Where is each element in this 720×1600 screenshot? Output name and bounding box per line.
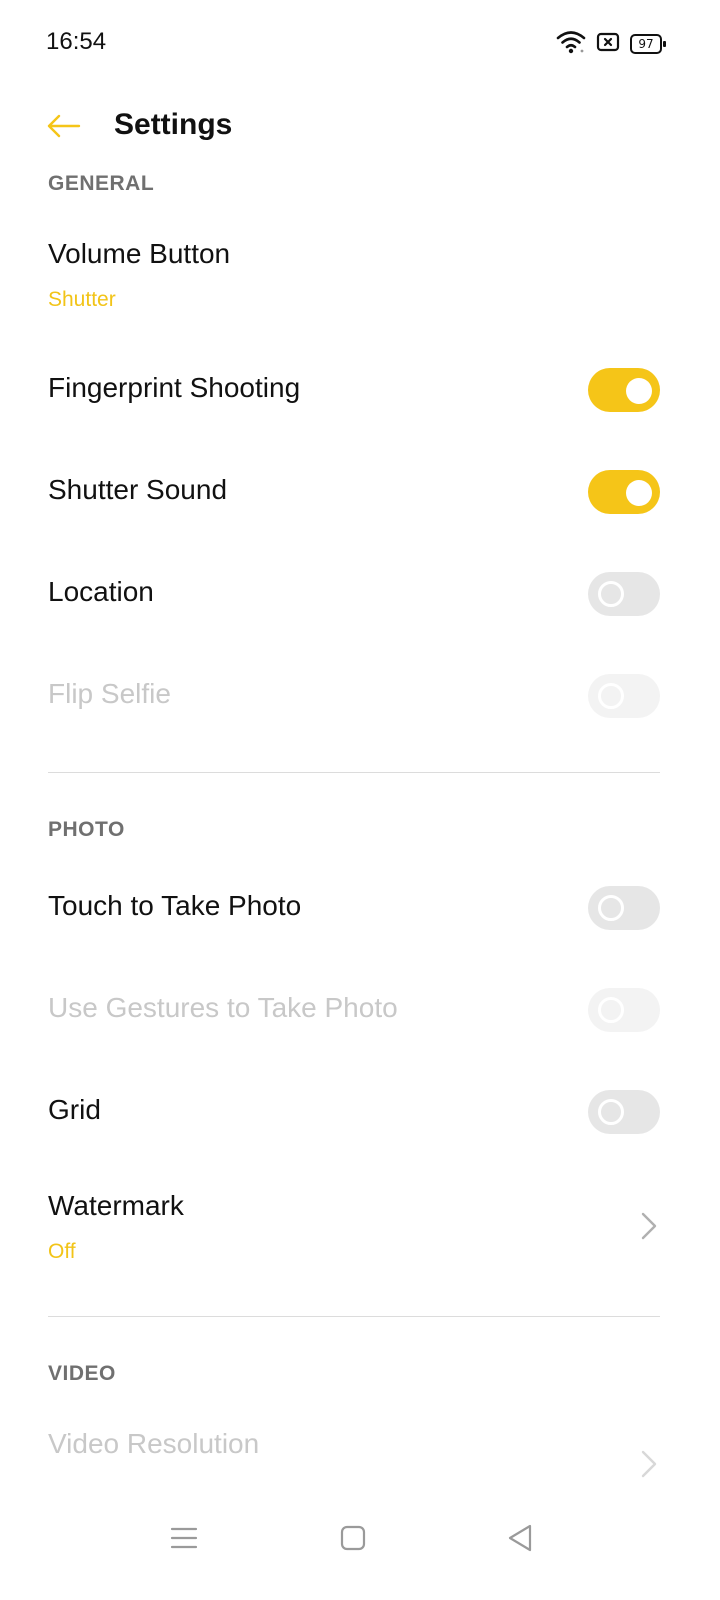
recents-button[interactable] — [160, 1516, 208, 1564]
setting-title: Touch to Take Photo — [48, 890, 302, 921]
setting-value: Off — [48, 1240, 76, 1263]
arrow-left-icon — [46, 114, 82, 143]
status-bar: 16:54 97 — [0, 0, 720, 88]
toggle-knob — [598, 1099, 624, 1125]
shutter-sound-toggle[interactable] — [588, 470, 660, 514]
camera-settings-screen: 16:54 97 Settings GENERAL Volume Button … — [0, 0, 720, 1600]
chevron-right-icon — [640, 1212, 658, 1240]
setting-title: Use Gestures to Take Photo — [48, 992, 398, 1023]
section-divider — [48, 772, 660, 773]
section-header-video: VIDEO — [48, 1362, 116, 1385]
location-toggle[interactable] — [588, 572, 660, 616]
section-header-photo: PHOTO — [48, 818, 125, 841]
menu-icon — [170, 1526, 198, 1555]
toggle-knob — [598, 997, 624, 1023]
touch-to-take-photo-toggle[interactable] — [588, 886, 660, 930]
home-button[interactable] — [329, 1516, 377, 1564]
setting-title: Volume Button — [48, 238, 231, 269]
setting-grid[interactable]: Grid — [48, 1072, 660, 1152]
setting-fingerprint-shooting[interactable]: Fingerprint Shooting — [48, 350, 660, 430]
setting-title: Flip Selfie — [48, 678, 171, 709]
toggle-knob — [598, 683, 624, 709]
setting-title: Fingerprint Shooting — [48, 372, 301, 403]
use-gestures-toggle — [588, 988, 660, 1032]
chevron-right-icon — [640, 1450, 658, 1478]
back-nav-button[interactable] — [496, 1516, 544, 1564]
home-square-icon — [340, 1525, 366, 1556]
toggle-knob — [626, 378, 652, 404]
page-title: Settings — [114, 108, 233, 141]
section-header-general: GENERAL — [48, 172, 155, 195]
setting-title: Location — [48, 576, 154, 607]
setting-volume-button[interactable]: Volume Button Shutter — [48, 220, 660, 330]
setting-title: Grid — [48, 1094, 101, 1125]
navigation-bar — [0, 1480, 720, 1600]
setting-watermark[interactable]: Watermark Off — [48, 1172, 660, 1282]
battery-icon: 97 — [630, 34, 666, 54]
app-header: Settings — [0, 96, 720, 160]
toggle-knob — [598, 581, 624, 607]
setting-touch-to-take-photo[interactable]: Touch to Take Photo — [48, 868, 660, 948]
back-button[interactable] — [40, 104, 88, 152]
setting-title: Video Resolution — [48, 1428, 260, 1459]
setting-use-gestures: Use Gestures to Take Photo — [48, 970, 660, 1050]
toggle-knob — [598, 895, 624, 921]
status-time: 16:54 — [46, 28, 107, 55]
setting-title: Shutter Sound — [48, 474, 228, 505]
back-triangle-icon — [506, 1523, 534, 1558]
fingerprint-shooting-toggle[interactable] — [588, 368, 660, 412]
setting-title: Watermark — [48, 1190, 184, 1221]
setting-value: Shutter — [48, 288, 116, 311]
sim-blocked-icon — [596, 31, 620, 58]
setting-flip-selfie: Flip Selfie — [48, 656, 660, 736]
grid-toggle[interactable] — [588, 1090, 660, 1134]
setting-shutter-sound[interactable]: Shutter Sound — [48, 452, 660, 532]
flip-selfie-toggle — [588, 674, 660, 718]
section-divider — [48, 1316, 660, 1317]
status-icons: 97 — [556, 30, 666, 59]
setting-location[interactable]: Location — [48, 554, 660, 634]
wifi-icon — [556, 30, 586, 59]
toggle-knob — [626, 480, 652, 506]
